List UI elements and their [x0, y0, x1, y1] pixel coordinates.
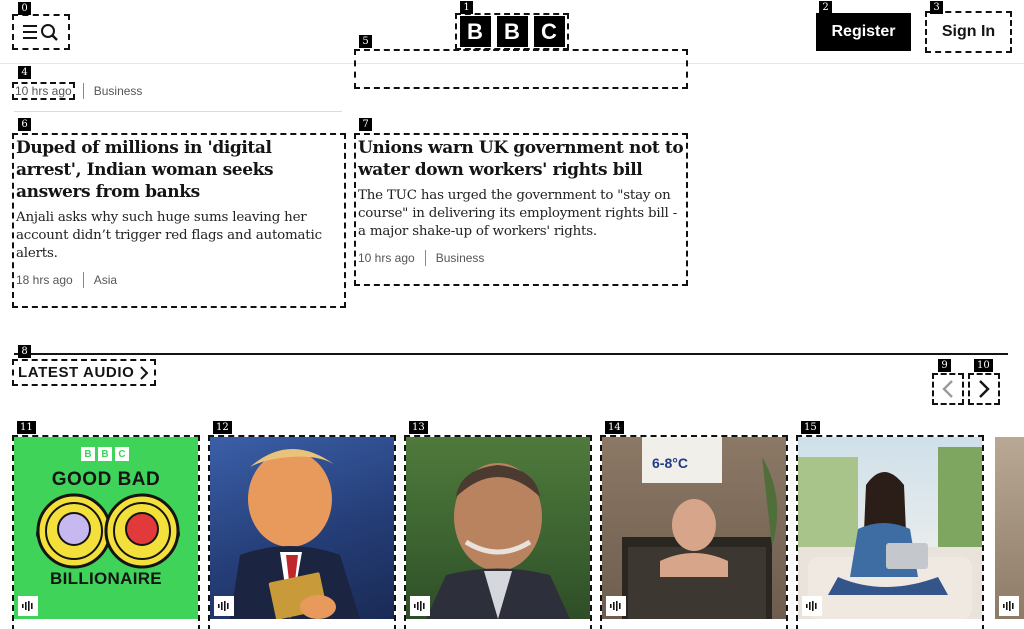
- smiling-man-portrait-image: [406, 437, 590, 619]
- timestamp: 18 hrs ago: [16, 273, 73, 287]
- coins-illustration: [36, 493, 180, 569]
- photo-illustration: [622, 437, 778, 619]
- badge: 11: [17, 421, 36, 434]
- podcast-artwork: B B C GOOD BAD BILLIONAIRE: [14, 437, 198, 619]
- article-card[interactable]: Duped of millions in 'digital arrest', I…: [12, 133, 346, 308]
- badge: 8: [18, 345, 31, 358]
- audio-icon: [999, 596, 1019, 616]
- article-summary: The TUC has urged the government to "sta…: [358, 188, 678, 239]
- podcast-title-line: BILLIONAIRE: [50, 569, 162, 588]
- meta-divider: [82, 272, 84, 288]
- man-in-ice-bath-image: 6-8°C: [602, 437, 786, 619]
- badge: 5: [359, 35, 372, 48]
- badge: 3: [930, 1, 943, 14]
- badge: 12: [213, 421, 232, 434]
- category-label: Asia: [93, 273, 118, 287]
- category-label: Business: [435, 251, 485, 265]
- audio-thumbnail: [995, 437, 1024, 619]
- audio-tile[interactable]: 6-8°C: [600, 435, 788, 629]
- bbc-mini-logo: B B C: [81, 447, 129, 461]
- chevron-right-icon: [140, 365, 149, 380]
- article-meta: 10 hrs ago Business: [358, 249, 684, 267]
- audio-icon: [802, 596, 822, 616]
- audio-icon: [214, 596, 234, 616]
- podcast-title-line: GOOD BAD: [51, 469, 161, 490]
- badge: 7: [359, 118, 372, 131]
- logo-letter: B: [496, 16, 528, 47]
- audio-tile[interactable]: [404, 435, 592, 629]
- menu-search-icon: [23, 24, 58, 41]
- ad-slot[interactable]: [354, 49, 688, 89]
- badge: 0: [18, 2, 31, 15]
- article-meta: 18 hrs ago Asia: [16, 271, 342, 289]
- audio-tile[interactable]: B B C GOOD BAD BILLIONAIRE: [12, 435, 200, 629]
- divider: [14, 111, 342, 112]
- woman-with-laptop-image: [798, 437, 982, 619]
- sign-in-button[interactable]: Sign In: [925, 11, 1012, 53]
- badge: 15: [801, 421, 820, 434]
- badge: 1: [460, 1, 473, 14]
- register-button[interactable]: Register: [816, 13, 911, 51]
- thermometer-sign: 6-8°C: [652, 455, 688, 471]
- badge: 14: [605, 421, 624, 434]
- article-meta: 10 hrs ago Business: [12, 82, 143, 100]
- carousel-prev-button[interactable]: [932, 373, 964, 405]
- photo-illustration: [230, 448, 360, 619]
- article-headline[interactable]: Unions warn UK government not to water d…: [358, 137, 684, 181]
- carousel-next-button[interactable]: [968, 373, 1000, 405]
- timestamp: 10 hrs ago: [358, 251, 415, 265]
- badge: 9: [938, 359, 951, 372]
- article-card[interactable]: Unions warn UK government not to water d…: [354, 133, 688, 286]
- audio-tile[interactable]: [995, 437, 1024, 629]
- logo-letter: B: [81, 447, 95, 461]
- meta-divider: [82, 83, 84, 99]
- man-holding-gold-card-image: [210, 437, 394, 619]
- badge: 13: [409, 421, 428, 434]
- badge: 10: [974, 359, 993, 372]
- chevron-right-icon: [979, 380, 990, 398]
- article-summary: Anjali asks why such huge sums leaving h…: [16, 210, 322, 261]
- article-headline[interactable]: Duped of millions in 'digital arrest', I…: [16, 137, 342, 203]
- badge: 6: [18, 118, 31, 131]
- logo-letter: B: [98, 447, 112, 461]
- section-title: LATEST AUDIO: [18, 364, 135, 381]
- audio-icon: [606, 596, 626, 616]
- meta-divider: [424, 250, 426, 266]
- photo-illustration: [426, 463, 570, 619]
- category-label: Business: [93, 84, 143, 98]
- audio-icon: [18, 596, 38, 616]
- photo-illustration: [798, 447, 982, 619]
- bbc-logo[interactable]: B B C: [455, 13, 569, 50]
- audio-tile[interactable]: [208, 435, 396, 629]
- logo-letter: C: [533, 16, 565, 47]
- logo-letter: C: [115, 447, 129, 461]
- section-divider: [14, 353, 1008, 355]
- badge: 2: [819, 1, 832, 14]
- audio-tile[interactable]: [796, 435, 984, 629]
- timestamp-link[interactable]: 10 hrs ago: [12, 82, 75, 100]
- logo-letter: B: [459, 16, 491, 47]
- chevron-left-icon: [942, 380, 953, 398]
- menu-search-button[interactable]: [12, 14, 70, 50]
- audio-icon: [410, 596, 430, 616]
- badge: 4: [18, 66, 31, 79]
- latest-audio-link[interactable]: LATEST AUDIO: [11, 359, 157, 386]
